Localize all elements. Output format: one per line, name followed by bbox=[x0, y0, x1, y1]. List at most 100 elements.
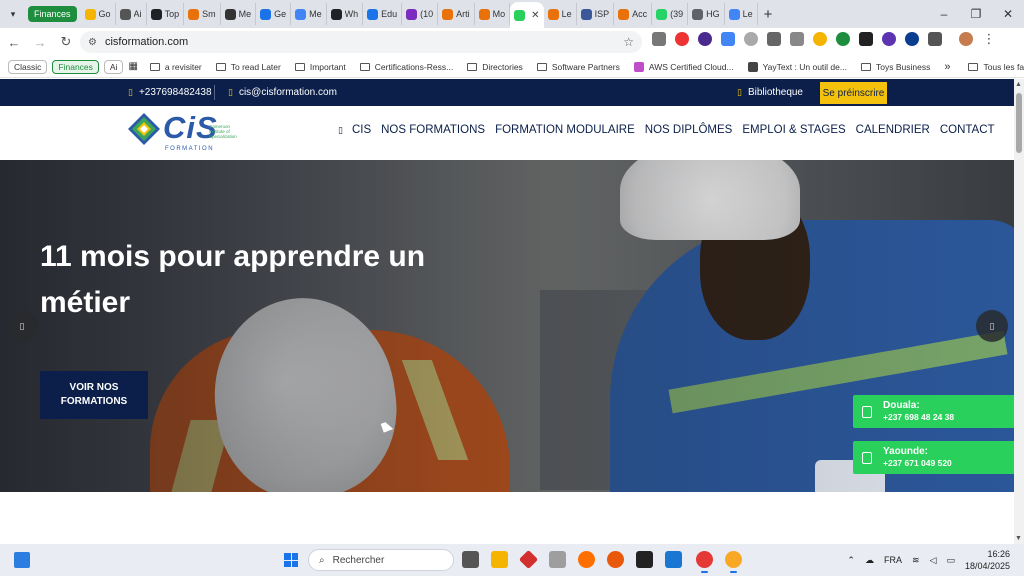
bookmarks-overflow-icon[interactable]: » bbox=[944, 61, 950, 73]
tab[interactable]: HG bbox=[688, 3, 725, 25]
app-red-diamond-icon[interactable] bbox=[518, 549, 539, 570]
nav-item[interactable]: NOS FORMATIONS bbox=[381, 124, 485, 136]
all-bookmarks-folder[interactable]: Tous les favoris bbox=[968, 62, 1024, 72]
kebab-menu-icon[interactable]: ⋮ bbox=[982, 31, 996, 46]
widgets-icon[interactable] bbox=[14, 552, 30, 568]
tab[interactable]: Le bbox=[544, 3, 577, 25]
tab[interactable]: Sm bbox=[184, 3, 221, 25]
scroll-up-icon[interactable]: ▲ bbox=[1015, 81, 1022, 88]
tab[interactable]: Ai bbox=[116, 3, 147, 25]
bookmark-item[interactable]: Directories bbox=[467, 62, 523, 72]
bookmark-chip-finances[interactable]: Finances bbox=[52, 59, 99, 74]
vscode-icon[interactable] bbox=[665, 551, 682, 568]
close-window-icon[interactable]: ✕ bbox=[992, 0, 1024, 28]
wifi-icon[interactable]: ≋ bbox=[912, 555, 920, 566]
restore-icon[interactable]: ❐ bbox=[960, 0, 992, 28]
tab[interactable]: (39 bbox=[652, 3, 689, 25]
battery-icon[interactable]: ▭ bbox=[946, 555, 955, 566]
firefox-icon[interactable] bbox=[607, 551, 624, 568]
tab[interactable]: Me bbox=[291, 3, 327, 25]
volume-icon[interactable]: ◁ bbox=[930, 555, 937, 566]
camera-extension-icon[interactable] bbox=[767, 32, 781, 46]
vpn-extension-icon[interactable] bbox=[882, 32, 896, 46]
scrollbar-thumb[interactable] bbox=[1016, 93, 1022, 153]
taskbar-search[interactable]: ⌕ Rechercher bbox=[308, 549, 454, 571]
tab[interactable]: Acc bbox=[614, 3, 653, 25]
topbar-phone[interactable]: ▯ +237698482438 bbox=[128, 87, 212, 98]
bookmark-item[interactable]: Toys Business bbox=[860, 62, 930, 72]
tab[interactable]: Ge bbox=[256, 3, 292, 25]
pen-extension-icon[interactable] bbox=[744, 32, 758, 46]
slider-prev-arrow-icon[interactable]: ▯ bbox=[6, 310, 38, 342]
nav-item[interactable]: EMPLOI & STAGES bbox=[742, 124, 845, 136]
new-tab-button[interactable]: + bbox=[764, 6, 773, 23]
tab[interactable]: Go bbox=[81, 3, 116, 25]
reload-button[interactable]: ↻ bbox=[54, 30, 78, 54]
bookmark-chip-ai[interactable]: Ai bbox=[103, 59, 124, 74]
preregister-button[interactable]: Se préinscrire bbox=[820, 82, 887, 104]
terminal-icon[interactable] bbox=[636, 551, 653, 568]
bookmark-chip-classic[interactable]: Classic bbox=[8, 59, 48, 74]
bookmark-item[interactable]: a revisiter bbox=[149, 62, 202, 72]
tab-active[interactable]: ✕ bbox=[510, 2, 544, 28]
nav-item[interactable]: CIS bbox=[352, 124, 371, 136]
language-indicator[interactable]: FRA bbox=[884, 555, 902, 565]
cloud-icon[interactable]: ☁ bbox=[865, 555, 874, 566]
minimize-icon[interactable]: – bbox=[928, 0, 960, 28]
chrome-canary-icon[interactable] bbox=[725, 551, 742, 573]
tab[interactable]: Me bbox=[221, 3, 257, 25]
nav-item[interactable]: FORMATION MODULAIRE bbox=[495, 124, 635, 136]
tab-search-icon[interactable]: ▾ bbox=[4, 5, 22, 23]
tab[interactable]: (10 bbox=[402, 3, 439, 25]
opera-extension-icon[interactable] bbox=[675, 32, 689, 46]
tab[interactable]: Le bbox=[725, 3, 758, 25]
app-tools-icon[interactable] bbox=[549, 551, 566, 568]
pen-tool-extension-icon[interactable] bbox=[859, 32, 873, 46]
back-button[interactable]: ← bbox=[2, 30, 26, 54]
bookmark-item[interactable]: YayText : Un outil de... bbox=[747, 61, 847, 72]
bookmark-item[interactable]: Important bbox=[294, 62, 346, 72]
nav-item[interactable]: CALENDRIER bbox=[856, 124, 930, 136]
nav-item[interactable]: NOS DIPLÔMES bbox=[645, 124, 733, 136]
shield-extension-icon[interactable] bbox=[905, 32, 919, 46]
puzzle-extensions-icon[interactable] bbox=[928, 32, 942, 46]
site-info-icon[interactable]: ⚙ bbox=[88, 37, 97, 48]
app-search-orange-icon[interactable] bbox=[578, 551, 595, 568]
whatsapp-yaounde-button[interactable]: Yaounde: +237 671 049 520 bbox=[853, 441, 1014, 474]
tab[interactable]: Wh bbox=[327, 3, 364, 25]
xbox-extension-icon[interactable] bbox=[836, 32, 850, 46]
address-bar[interactable]: ⚙ cisformation.com ☆ bbox=[80, 31, 642, 53]
document-extension-icon[interactable] bbox=[790, 32, 804, 46]
start-menu-icon[interactable] bbox=[284, 553, 298, 567]
chevron-up-icon[interactable]: ⌃ bbox=[847, 555, 855, 566]
coin-extension-icon[interactable] bbox=[813, 32, 827, 46]
whatsapp-douala-button[interactable]: Douala: +237 698 48 24 38 bbox=[853, 395, 1014, 428]
site-logo[interactable]: CiS FORMATION Cameroon Institute of Spec… bbox=[127, 110, 247, 152]
profile-avatar[interactable] bbox=[959, 32, 973, 46]
recycle-extension-icon[interactable] bbox=[652, 32, 666, 46]
tab[interactable]: Edu bbox=[363, 3, 403, 25]
scroll-down-icon[interactable]: ▼ bbox=[1015, 535, 1022, 542]
notification-extension-icon[interactable] bbox=[698, 32, 712, 46]
view-programs-button[interactable]: VOIR NOS FORMATIONS bbox=[40, 371, 148, 419]
tab[interactable]: Arti bbox=[438, 3, 475, 25]
file-explorer-icon[interactable] bbox=[491, 551, 508, 568]
bookmark-item[interactable]: To read Later bbox=[215, 62, 281, 72]
bookmark-item[interactable]: Certifications-Ress... bbox=[359, 62, 453, 72]
nav-item[interactable]: CONTACT bbox=[940, 124, 995, 136]
tab-close-icon[interactable]: ✕ bbox=[531, 10, 539, 21]
tab[interactable]: ISP bbox=[577, 3, 615, 25]
translate-extension-icon[interactable] bbox=[721, 32, 735, 46]
page-scrollbar[interactable]: ▲ ▼ bbox=[1014, 79, 1024, 544]
bookmark-item[interactable]: Software Partners bbox=[536, 62, 620, 72]
forward-button[interactable]: → bbox=[28, 30, 52, 54]
apps-grid-icon[interactable]: ▦ bbox=[128, 61, 137, 72]
bookmark-star-icon[interactable]: ☆ bbox=[623, 35, 634, 49]
topbar-library-link[interactable]: ▯ Bibliotheque bbox=[737, 87, 803, 98]
slider-next-arrow-icon[interactable]: ▯ bbox=[976, 310, 1008, 342]
clock[interactable]: 16:26 18/04/2025 bbox=[965, 548, 1010, 572]
topbar-email[interactable]: ▯ cis@cisformation.com bbox=[228, 87, 337, 98]
task-view-icon[interactable] bbox=[462, 551, 479, 568]
bookmark-item[interactable]: AWS Certified Cloud... bbox=[633, 61, 734, 72]
chrome-icon[interactable] bbox=[696, 551, 713, 573]
